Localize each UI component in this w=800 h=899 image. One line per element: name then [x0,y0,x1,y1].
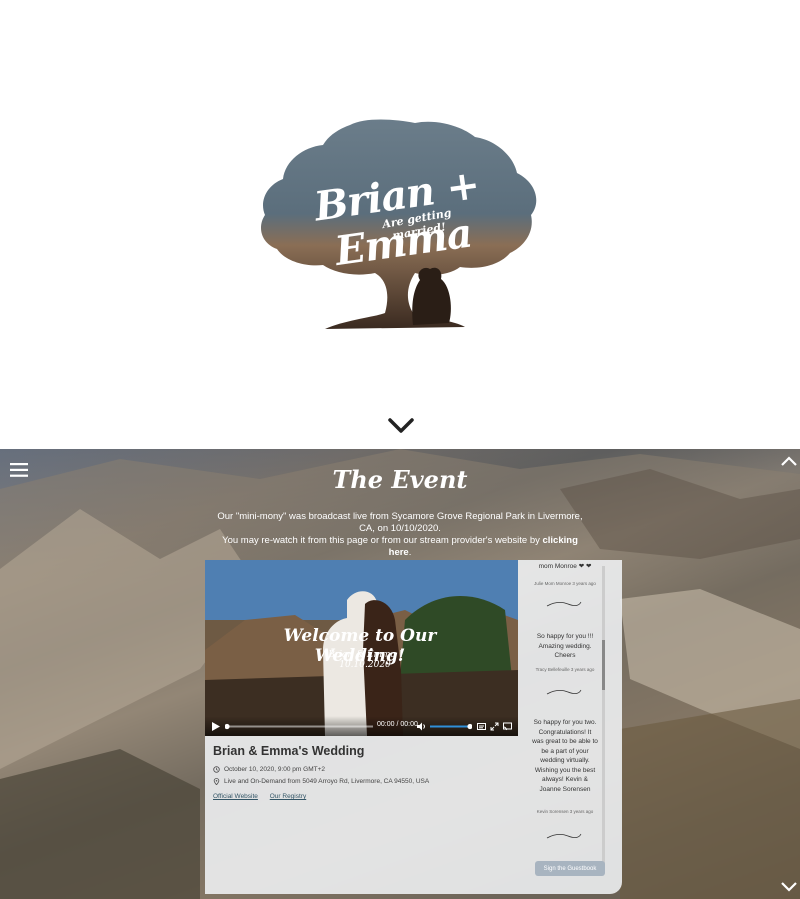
fullscreen-icon[interactable] [490,722,499,731]
wedding-info: Brian & Emma's Wedding October 10, 2020,… [213,744,513,800]
time-display: 00:00 / 00:00 [377,721,418,728]
chevron-up-icon[interactable] [780,455,798,467]
volume-slider[interactable] [430,722,472,731]
registry-link[interactable]: Our Registry [270,793,306,800]
date-line: October 10, 2020, 9:00 pm GMT+2 [213,766,513,773]
location-line: Live and On-Demand from 5049 Arroyo Rd, … [213,778,513,785]
captions-icon[interactable] [477,722,486,731]
location-pin-icon [213,778,220,785]
menu-icon[interactable] [10,463,28,477]
signature-icon [546,689,582,695]
guestbook-scrollbar[interactable] [602,566,605,866]
video-player[interactable]: Welcome to Our Wedding! Brian & Emma | 1… [205,560,518,736]
sign-guestbook-button[interactable]: Sign the Guestbook [535,861,605,876]
signature-icon [546,601,582,607]
progress-bar[interactable] [225,722,373,731]
event-desc-end: . [408,547,412,558]
guestbook: mom Monroe ❤ ❤ Julie Mom Monroe 3 years … [518,560,622,894]
guestbook-scroll-thumb[interactable] [602,640,605,690]
video-subtitle: Brian & Emma | 10.10.2020 [328,650,402,670]
play-icon[interactable] [212,722,220,731]
chevron-down-icon[interactable] [780,881,798,893]
guestbook-fragment: mom Monroe ❤ ❤ [538,563,592,570]
wedding-date: October 10, 2020, 9:00 pm GMT+2 [224,766,325,773]
volume-icon[interactable] [417,722,426,731]
event-section: The Event Our "mini-mony" was broadcast … [0,449,800,899]
guestbook-meta: Kevin Sorensen 3 years ago [536,809,594,814]
guestbook-meta: Tracy Bellefeuille 3 years ago [535,667,595,672]
hero-section: Brian + Emma Are getting married! [0,0,800,449]
video-controls: 00:00 / 00:00 [205,716,518,736]
guestbook-message: So happy for you !!! Amazing wedding. Ch… [536,633,594,659]
event-desc-line1: Our "mini-mony" was broadcast live from … [217,511,583,534]
wedding-title: Brian & Emma's Wedding [213,744,365,758]
event-desc-text: You may re-watch it from this page or fr… [222,535,543,546]
official-website-link[interactable]: Official Website [213,793,258,800]
event-description: Our "mini-mony" was broadcast live from … [210,511,590,559]
guestbook-meta: Julie Mom Monroe 3 years ago [534,581,596,586]
wedding-location: Live and On-Demand from 5049 Arroyo Rd, … [224,778,430,785]
guestbook-message: So happy for you two. Congratulations! I… [532,719,598,793]
chevron-down-icon[interactable] [386,414,416,438]
clock-icon [213,766,220,773]
stream-card: Welcome to Our Wedding! Brian & Emma | 1… [205,560,622,894]
signature-icon [546,833,582,839]
event-title: The Event [332,465,468,494]
cast-icon[interactable] [503,722,512,731]
event-desc-line2: You may re-watch it from this page or fr… [210,535,590,559]
wedding-links: Official Website Our Registry [213,793,513,800]
